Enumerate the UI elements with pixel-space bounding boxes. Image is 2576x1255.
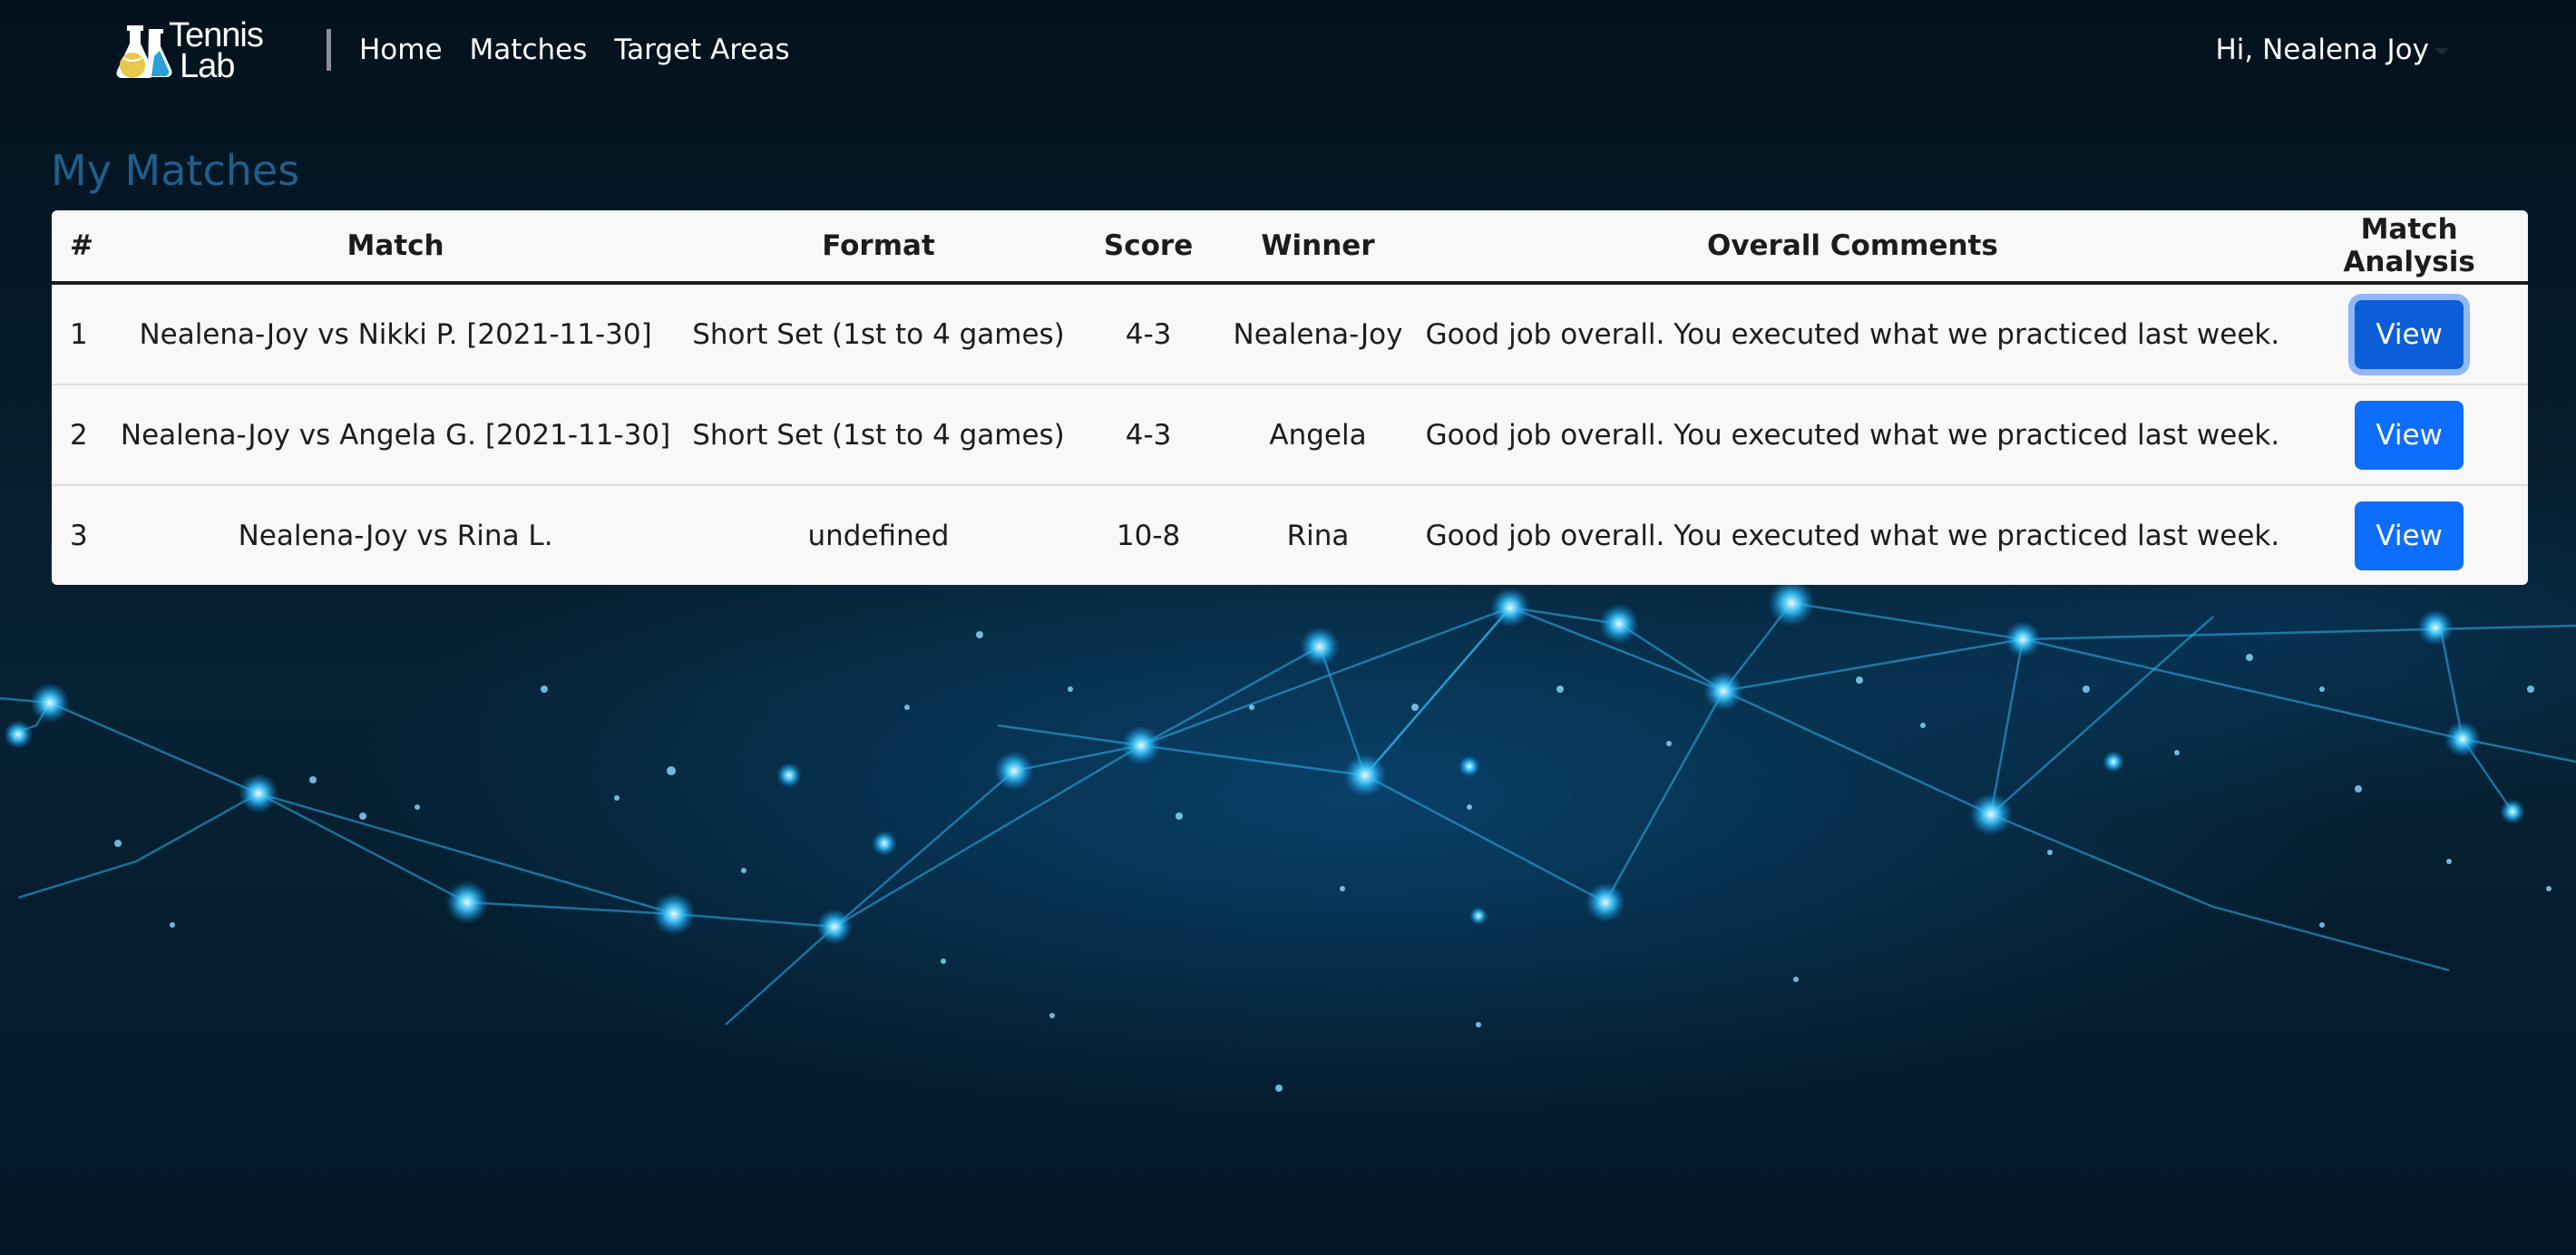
nav-link-target-areas[interactable]: Target Areas <box>614 27 789 73</box>
column-header-overall-comments: Overall Comments <box>1414 210 2291 285</box>
cell-score: 4-3 <box>1075 283 1222 385</box>
cell-number: 2 <box>52 384 110 486</box>
cell-match-analysis: View <box>2290 283 2528 385</box>
cell-overall-comments: Good job overall. You executed what we p… <box>1414 283 2291 385</box>
table-row: 3 Nealena-Joy vs Rina L. undefined 10-8 … <box>52 485 2528 585</box>
table-row: 1 Nealena-Joy vs Nikki P. [2021-11-30] S… <box>52 283 2528 385</box>
matches-table-card: # Match Format Score Winner Overall Comm… <box>52 210 2528 585</box>
matches-table: # Match Format Score Winner Overall Comm… <box>52 210 2528 585</box>
cell-number: 1 <box>52 283 110 385</box>
cell-format: Short Set (1st to 4 games) <box>681 283 1076 385</box>
network-background <box>0 0 2576 1255</box>
view-match-button[interactable]: View <box>2355 299 2464 369</box>
navbar: Tennis Lab Home Matches Target Areas Hi,… <box>0 0 2576 100</box>
caret-down-icon <box>2435 48 2449 55</box>
user-greeting: Hi, Nealena Joy <box>2215 34 2429 66</box>
table-header-row: # Match Format Score Winner Overall Comm… <box>52 210 2528 285</box>
view-match-button[interactable]: View <box>2355 400 2464 470</box>
column-header-match: Match <box>109 210 682 285</box>
cell-number: 3 <box>70 519 88 552</box>
user-menu-dropdown[interactable]: Hi, Nealena Joy <box>2215 27 2449 73</box>
column-header-score: Score <box>1075 210 1222 285</box>
cell-overall-comments: Good job overall. You executed what we p… <box>1414 384 2291 486</box>
column-header-winner: Winner <box>1221 210 1415 285</box>
cell-match-analysis: View <box>2290 485 2528 585</box>
cell-match: Nealena-Joy vs Angela G. [2021-11-30] <box>109 384 682 486</box>
brand-text-line2: Lab <box>180 47 235 85</box>
table-row: 2 Nealena-Joy vs Angela G. [2021-11-30] … <box>52 384 2528 486</box>
brand-divider <box>327 29 331 71</box>
cell-match: Nealena-Joy vs Nikki P. [2021-11-30] <box>109 283 682 385</box>
nav-links: Home Matches Target Areas <box>359 27 790 73</box>
network-graphic <box>0 579 2576 1092</box>
cell-score: 4-3 <box>1075 384 1222 486</box>
brand-logo[interactable]: Tennis Lab <box>114 18 274 85</box>
view-match-button[interactable]: View <box>2355 501 2464 570</box>
cell-winner: Rina <box>1286 519 1350 552</box>
page-title: My Matches <box>51 146 300 195</box>
brand-wordmark: Tennis Lab <box>169 18 264 85</box>
nav-link-matches[interactable]: Matches <box>470 27 588 73</box>
cell-winner: Nealena-Joy <box>1221 283 1415 385</box>
cell-overall-comments: Good job overall. You executed what we p… <box>1425 519 2280 552</box>
cell-format: undefined <box>807 519 950 552</box>
cell-format: Short Set (1st to 4 games) <box>681 384 1076 486</box>
cell-winner: Angela <box>1221 384 1415 486</box>
cell-match: Nealena-Joy vs Rina L. <box>238 519 553 552</box>
column-header-match-analysis: Match Analysis <box>2290 210 2528 285</box>
cell-score: 10-8 <box>1116 519 1181 552</box>
column-header-number: # <box>52 210 110 285</box>
column-header-format: Format <box>681 210 1076 285</box>
nav-link-home[interactable]: Home <box>359 27 443 73</box>
cell-match-analysis: View <box>2290 384 2528 486</box>
